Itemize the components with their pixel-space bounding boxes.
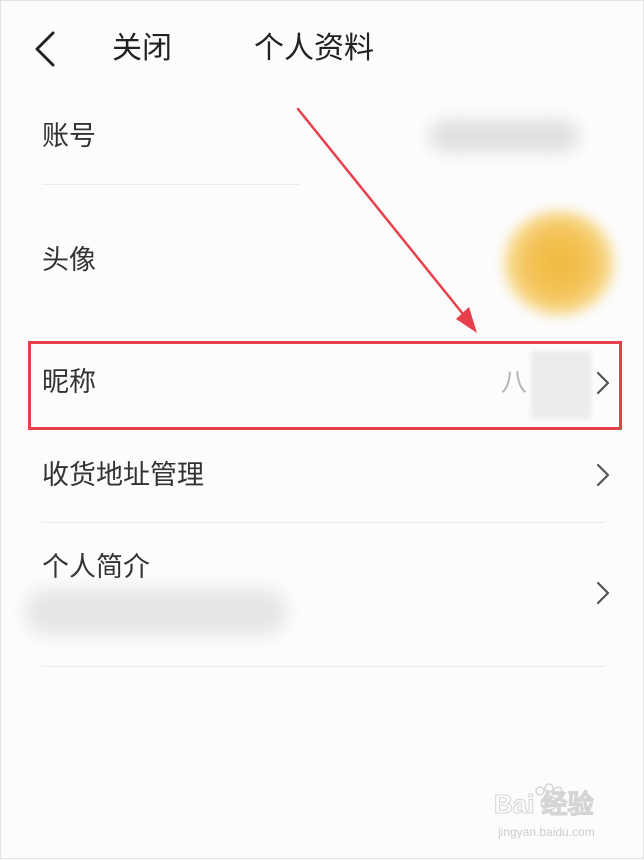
address-label: 收货地址管理 <box>42 460 204 491</box>
back-button[interactable] <box>27 29 63 69</box>
bio-value-redacted <box>25 589 287 635</box>
account-label: 账号 <box>42 121 96 152</box>
watermark-url: jingyan.baidu.com <box>498 825 595 839</box>
address-divider <box>42 522 605 523</box>
avatar[interactable] <box>504 211 614 315</box>
account-divider <box>42 184 300 185</box>
baidu-jingyan-watermark: Bai 经验 jingyan.baidu.com <box>494 783 610 847</box>
avatar-label: 头像 <box>42 245 96 276</box>
paw-icon <box>535 783 563 811</box>
profile-screen: 关闭 个人资料 账号 头像 昵称 八 收货地址管理 个人简介 Bai 经验 ji… <box>0 0 644 859</box>
account-value-redacted <box>429 119 579 153</box>
chevron-right-icon <box>593 460 613 490</box>
bio-divider <box>42 666 605 667</box>
bio-label: 个人简介 <box>42 552 150 583</box>
chevron-left-icon <box>35 31 55 67</box>
close-button[interactable]: 关闭 <box>112 28 172 70</box>
page-title: 个人资料 <box>254 31 374 66</box>
highlight-box <box>28 341 622 430</box>
chevron-right-icon <box>593 578 613 608</box>
